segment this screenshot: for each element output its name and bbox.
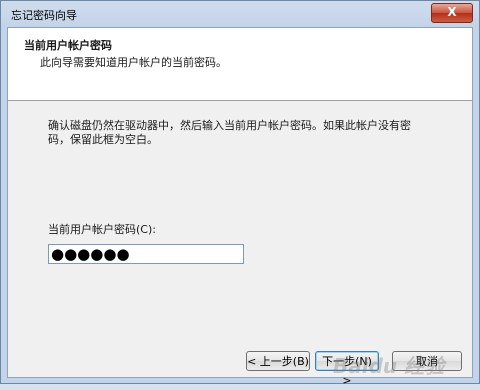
back-button[interactable]: < 上一步(B) bbox=[246, 351, 310, 371]
window-title: 忘记密码向导 bbox=[11, 9, 77, 22]
next-button[interactable]: 下一步(N) > bbox=[315, 351, 379, 387]
instruction-text: 确认磁盘仍然在驱动器中，然后输入当前用户帐户密码。如果此帐户没有密码，保留此框为… bbox=[48, 119, 411, 146]
password-label: 当前用户帐户密码(C): bbox=[48, 223, 156, 236]
wizard-window: 忘记密码向导 X 当前用户帐户密码 此向导需要知道用户帐户的当前密码。 确认磁盘… bbox=[0, 0, 480, 387]
title-bar: 忘记密码向导 X bbox=[1, 1, 479, 27]
header-title: 当前用户帐户密码 bbox=[24, 39, 112, 52]
wizard-content: 当前用户帐户密码 此向导需要知道用户帐户的当前密码。 确认磁盘仍然在驱动器中，然… bbox=[7, 27, 473, 387]
close-button[interactable]: X bbox=[431, 3, 473, 23]
password-field[interactable]: ●●●●●● bbox=[48, 244, 244, 264]
header-subtitle: 此向导需要知道用户帐户的当前密码。 bbox=[40, 56, 227, 69]
wizard-header: 当前用户帐户密码 此向导需要知道用户帐户的当前密码。 bbox=[8, 28, 472, 101]
cancel-button[interactable]: 取消 bbox=[392, 351, 462, 371]
